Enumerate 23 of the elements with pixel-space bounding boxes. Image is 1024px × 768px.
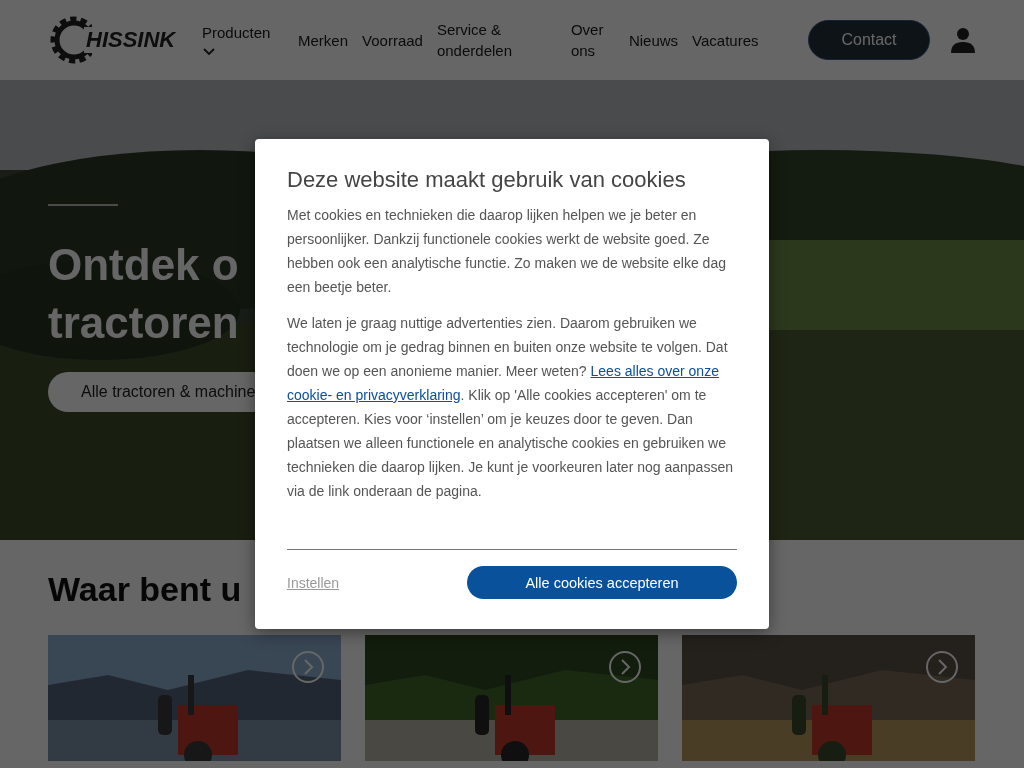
hero-title: tractoren: [48, 297, 239, 349]
privacy-link[interactable]: Lees alles over onze: [590, 363, 719, 379]
nav-link[interactable]: Merken: [298, 29, 349, 51]
arrow-circle-icon[interactable]: [291, 650, 325, 684]
privacy-link[interactable]: cookie- en privacyverklaring: [287, 387, 461, 403]
nav-link[interactable]: Vacatures: [692, 29, 759, 51]
nav-link[interactable]: Service & onderdelen: [436, 19, 557, 61]
contact-button[interactable]: Contact: [808, 20, 930, 60]
dialog-paragraph: Met cookies en technieken die daarop lijken helpen we je beter en persoonlijker. Dankzij functionele cookies werkt de website goed. Ze hebben ook een analytische functie. Zo maken we de website elke dag een beetje beter.: [287, 206, 727, 297]
logo-text[interactable]: HISSINK: [84, 27, 178, 53]
settings-link[interactable]: Instellen: [287, 574, 340, 591]
user-icon[interactable]: [950, 27, 976, 53]
nav-link[interactable]: Nieuws: [628, 29, 679, 51]
section-title: Waar bent u: [48, 570, 242, 609]
arrow-circle-icon[interactable]: [925, 650, 959, 684]
nav-link[interactable]: Voorraad: [362, 29, 423, 51]
dialog-title: Deze website maakt gebruik van cookies: [287, 167, 687, 193]
nav-link[interactable]: Over ons: [570, 19, 615, 61]
arrow-circle-icon[interactable]: [608, 650, 642, 684]
accept-button[interactable]: Alle cookies accepteren: [467, 566, 737, 599]
hero-title: Ontdek o: [48, 239, 239, 291]
dialog-paragraph: We laten je graag nuttige advertenties zien. Daarom gebruiken we technologie om je gedrag binnen en buiten onze website te volgen. Dat doen we op een anonieme manier. Meer weten? Lees alles over onze cookie- en privacyverklaring. Klik op 'Alle cookies accepteren' om te accepteren. Kies voor ‘instellen’ om je keuzes door te geven. Dan plaatsen we alleen functionele en analytische cookies en gebruiken we technieken die daarop lijken. Je kunt je voorkeuren later nog aanpassen via de link onderaan de pagina.: [287, 314, 734, 501]
nav-link[interactable]: Producten: [202, 21, 284, 57]
